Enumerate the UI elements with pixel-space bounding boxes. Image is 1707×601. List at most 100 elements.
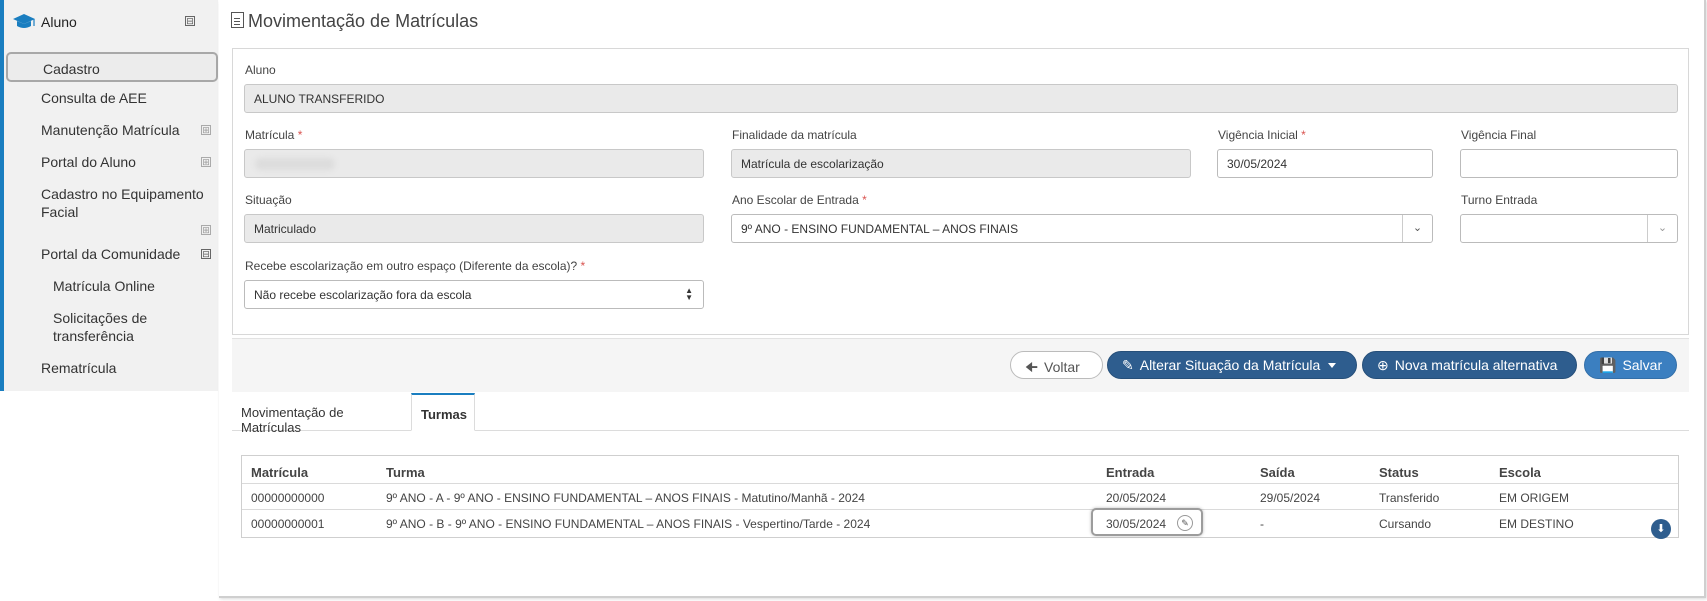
cell-saida: 29/05/2024 <box>1260 491 1321 505</box>
edit-icon[interactable]: ✎ <box>1177 515 1193 531</box>
tab-movimentacao[interactable]: Movimentação de Matrículas <box>232 393 411 435</box>
sidebar-item-solicitacoes-transferencia[interactable]: Solicitações de transferência <box>53 309 173 345</box>
cell-turma: 9º ANO - B - 9º ANO - ENSINO FUNDAMENTAL… <box>386 517 871 531</box>
turmas-table: Matrícula Turma Entrada Saída Status Esc… <box>241 455 1679 539</box>
chevron-down-icon[interactable]: ⌄ <box>1647 215 1677 242</box>
column-header: Entrada <box>1106 465 1155 480</box>
sidebar-item-label: Cadastro no Equipamento Facial <box>41 186 204 220</box>
nova-label: Nova matrícula alternativa <box>1394 357 1558 373</box>
column-header: Escola <box>1499 465 1541 480</box>
recebe-value: Não recebe escolarização fora da escola <box>254 288 472 302</box>
graduation-cap-icon <box>13 14 35 28</box>
header-divider <box>242 483 1678 484</box>
sidebar-item-label: Matrícula Online <box>53 278 155 294</box>
recebe-select[interactable]: Não recebe escolarização fora da escola … <box>244 280 704 309</box>
plus-circle-icon: ⊕ <box>1377 357 1389 373</box>
sidebar-title: Aluno <box>41 14 77 30</box>
sidebar-item-label: Manutenção Matrícula <box>41 122 180 138</box>
sidebar-item-portal-comunidade[interactable]: Portal da Comunidade <box>41 245 180 263</box>
sort-arrows-icon: ▲ ▼ <box>685 286 693 302</box>
column-header: Matrícula <box>251 465 309 480</box>
expand-icon[interactable]: ⊞ <box>201 125 211 135</box>
student-form: Aluno ALUNO TRANSFERIDO Matrícula * Fina… <box>232 48 1689 335</box>
matricula-field <box>244 149 704 178</box>
page-title-text: Movimentação de Matrículas <box>248 11 479 31</box>
cell-status: Cursando <box>1379 517 1432 531</box>
sidebar-item-manutencao-matricula[interactable]: Manutenção Matrícula <box>41 121 180 139</box>
save-icon: 💾 <box>1599 357 1617 373</box>
expand-icon[interactable]: ⊞ <box>201 157 211 167</box>
vigencia-inicial-label-text: Vigência Inicial <box>1218 128 1298 142</box>
collapse-icon[interactable]: ⊟ <box>201 249 211 259</box>
column-header: Saída <box>1260 465 1295 480</box>
sidebar-item-equipamento-facial[interactable]: Cadastro no Equipamento Facial <box>41 185 211 221</box>
sidebar-item-rematricula[interactable]: Rematrícula <box>41 359 116 377</box>
sidebar-item-consulta-aee[interactable]: Consulta de AEE <box>41 89 147 107</box>
matricula-label-text: Matrícula <box>245 128 295 142</box>
sidebar-header[interactable]: Aluno ⊟ <box>4 0 218 44</box>
cell-matricula: 00000000001 <box>251 517 325 531</box>
expand-icon[interactable]: ⊞ <box>201 225 211 235</box>
tab-turmas[interactable]: Turmas <box>411 393 475 431</box>
sidebar-item-matricula-online[interactable]: Matrícula Online <box>53 277 155 295</box>
sidebar-item-label: Portal do Aluno <box>41 154 136 170</box>
turno-label: Turno Entrada <box>1461 193 1538 207</box>
salvar-button[interactable]: 💾 Salvar <box>1584 351 1677 379</box>
cell-entrada: 20/05/2024 <box>1106 491 1167 505</box>
salvar-label: Salvar <box>1622 357 1663 373</box>
required-marker: * <box>297 128 303 142</box>
recebe-label: Recebe escolarização em outro espaço (Di… <box>245 259 585 273</box>
arrow-left-icon: 🠈 <box>1025 359 1039 375</box>
cell-saida: - <box>1260 517 1264 531</box>
chevron-down-icon[interactable]: ⌄ <box>1402 215 1432 242</box>
page-title: Movimentação de Matrículas <box>231 11 478 32</box>
vigencia-final-input[interactable] <box>1460 149 1678 178</box>
cell-escola: EM DESTINO <box>1499 517 1574 531</box>
alterar-situacao-button[interactable]: ✎ Alterar Situação da Matrícula <box>1107 351 1357 379</box>
download-icon[interactable]: ⬇ <box>1651 519 1671 539</box>
aluno-field: ALUNO TRANSFERIDO <box>244 84 1678 113</box>
required-marker: * <box>1301 128 1306 142</box>
matricula-label: Matrícula * <box>245 128 302 142</box>
blurred-value <box>255 158 335 170</box>
collapse-icon[interactable]: ⊟ <box>185 16 195 26</box>
nova-matricula-button[interactable]: ⊕ Nova matrícula alternativa <box>1362 351 1577 379</box>
voltar-button[interactable]: 🠈 Voltar <box>1010 351 1103 379</box>
situacao-label: Situação <box>245 193 292 207</box>
sidebar-item-label: Cadastro <box>43 61 100 77</box>
sidebar-item-cadastro[interactable]: Cadastro <box>6 52 218 82</box>
recebe-label-text: Recebe escolarização em outro espaço (Di… <box>245 259 578 273</box>
sidebar-item-label: Solicitações de transferência <box>53 310 148 344</box>
sidebar-item-label: Rematrícula <box>41 360 117 376</box>
ano-escolar-value: 9º ANO - ENSINO FUNDAMENTAL – ANOS FINAI… <box>741 222 1019 236</box>
column-header: Turma <box>386 465 425 480</box>
situacao-field: Matriculado <box>244 214 704 243</box>
ano-escolar-label: Ano Escolar de Entrada * <box>732 193 867 207</box>
cell-status: Transferido <box>1379 491 1440 505</box>
turno-select[interactable]: ⌄ <box>1460 214 1678 243</box>
sidebar-item-portal-aluno[interactable]: Portal do Aluno <box>41 153 136 171</box>
column-header: Status <box>1379 465 1419 480</box>
vigencia-inicial-label: Vigência Inicial * <box>1218 128 1306 142</box>
finalidade-field: Matrícula de escolarização <box>731 149 1191 178</box>
sidebar-item-label: Consulta de AEE <box>41 90 147 106</box>
required-marker: * <box>862 193 867 207</box>
aluno-label: Aluno <box>245 63 276 77</box>
ano-escolar-select[interactable]: 9º ANO - ENSINO FUNDAMENTAL – ANOS FINAI… <box>731 214 1433 243</box>
required-marker: * <box>580 259 586 273</box>
ano-escolar-label-text: Ano Escolar de Entrada <box>732 193 859 207</box>
edit-icon: ✎ <box>1122 357 1134 373</box>
vigencia-inicial-input[interactable]: 30/05/2024 <box>1217 149 1433 178</box>
sidebar: Aluno ⊟ Cadastro Consulta de AEE Manuten… <box>0 0 218 391</box>
cell-escola: EM ORIGEM <box>1499 491 1570 505</box>
voltar-label: Voltar <box>1044 359 1080 375</box>
sidebar-item-label: Portal da Comunidade <box>41 246 181 262</box>
vigencia-final-label: Vigência Final <box>1461 128 1537 142</box>
caret-down-icon <box>1328 363 1337 368</box>
entrada-edit-highlight: ✎ <box>1091 508 1203 536</box>
cell-turma: 9º ANO - A - 9º ANO - ENSINO FUNDAMENTAL… <box>386 491 865 505</box>
finalidade-label: Finalidade da matrícula <box>732 128 857 142</box>
row-divider <box>242 509 1678 510</box>
document-icon <box>231 12 244 28</box>
cell-matricula: 00000000000 <box>251 491 325 505</box>
